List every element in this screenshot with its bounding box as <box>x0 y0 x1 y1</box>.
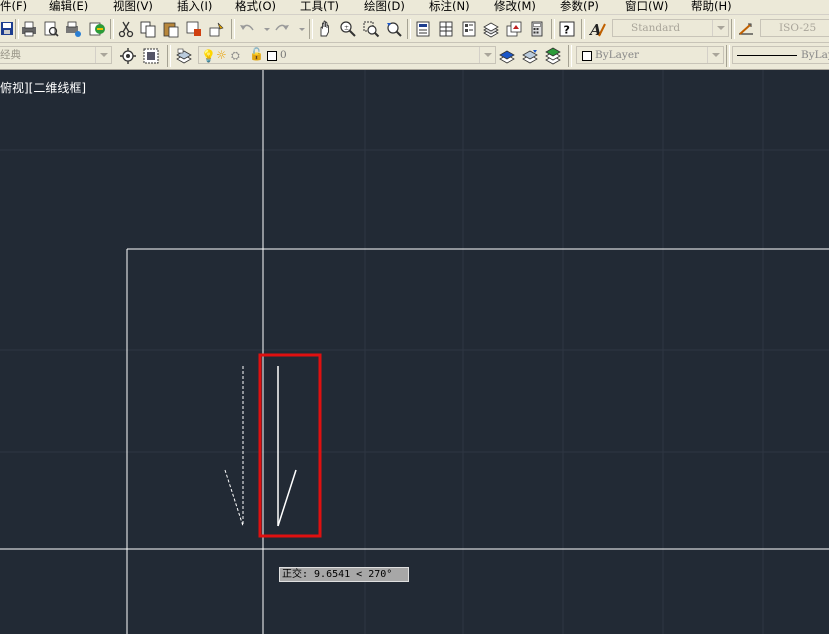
3d-dwf-icon[interactable] <box>88 20 106 38</box>
menu-window[interactable]: 窗口(W) <box>625 0 668 14</box>
color-swatch <box>582 51 592 61</box>
layer-previous-icon[interactable] <box>521 47 539 65</box>
chevron-down-icon[interactable] <box>479 47 495 63</box>
workspace-toolbar-icon[interactable] <box>142 47 160 65</box>
color-dropdown[interactable]: ByLayer <box>576 46 724 64</box>
ortho-tooltip: 正交: 9.6541 < 270° <box>279 567 409 582</box>
menu-edit[interactable]: 编辑(E) <box>49 0 88 14</box>
toolbar-separator <box>167 45 171 67</box>
toolbar-separator <box>309 19 313 39</box>
linetype-dropdown[interactable]: ByLay <box>732 46 829 64</box>
text-style-icon[interactable]: A <box>589 20 607 38</box>
layer-states-icon[interactable] <box>544 47 562 65</box>
sun-icon: ☼ <box>216 48 227 62</box>
publish-icon[interactable] <box>64 20 82 38</box>
layer-value: 0 <box>280 49 287 61</box>
dimension-style-value: ISO-25 <box>779 22 817 34</box>
markup-set-icon[interactable] <box>505 20 523 38</box>
help-icon[interactable]: ? <box>558 20 576 38</box>
text-style-value: Standard <box>631 22 681 34</box>
menu-bar: 件(F) 编辑(E) 视图(V) 插入(I) 格式(O) 工具(T) 绘图(D)… <box>0 0 829 15</box>
menu-draw[interactable]: 绘图(D) <box>364 0 405 14</box>
chevron-down-icon[interactable] <box>712 20 728 36</box>
menu-view[interactable]: 视图(V) <box>113 0 153 14</box>
calculator-icon[interactable] <box>528 20 546 38</box>
dimension-style-icon[interactable] <box>737 20 755 38</box>
layer-dropdown[interactable]: 💡 ☼ ⛭ 🔓 0 <box>198 46 496 64</box>
menu-file[interactable]: 件(F) <box>0 0 27 14</box>
toolbar-separator <box>581 19 585 39</box>
design-center-icon[interactable] <box>437 20 455 38</box>
toolbar-separator <box>568 45 572 67</box>
toolbar-separator <box>407 19 411 39</box>
zoom-window-icon[interactable] <box>362 20 380 38</box>
lock-icon: 🔓 <box>249 47 264 61</box>
workspace-value: 经典 <box>0 49 21 61</box>
workspace-settings-icon[interactable] <box>119 47 137 65</box>
layer-properties-icon[interactable] <box>175 47 193 65</box>
properties-icon[interactable] <box>414 20 432 38</box>
menu-tools[interactable]: 工具(T) <box>300 0 339 14</box>
dimension-style-dropdown[interactable]: ISO-25 <box>760 19 829 37</box>
menu-modify[interactable]: 修改(M) <box>494 0 536 14</box>
layer-color-swatch <box>267 51 277 61</box>
toolbar-separator <box>726 45 730 67</box>
standard-toolbar: ± ? A Standard ISO-25 <box>0 15 829 43</box>
lightbulb-icon: 💡 <box>201 49 216 63</box>
zoom-previous-icon[interactable] <box>385 20 403 38</box>
sheet-set-icon[interactable] <box>482 20 500 38</box>
zoom-realtime-icon[interactable]: ± <box>339 20 357 38</box>
layers-toolbar: 经典 💡 ☼ ⛭ 🔓 0 ByLayer ByLay <box>0 43 829 70</box>
chevron-down-icon[interactable] <box>95 47 111 63</box>
toolbar-separator <box>731 19 735 39</box>
color-value: ByLayer <box>595 49 640 61</box>
svg-text:±: ± <box>344 25 349 32</box>
linetype-sample <box>737 55 797 56</box>
svg-text:?: ? <box>564 24 570 37</box>
linetype-value: ByLay <box>801 49 829 61</box>
paste-icon[interactable] <box>162 20 180 38</box>
menu-help[interactable]: 帮助(H) <box>691 0 732 14</box>
chevron-down-icon[interactable] <box>707 47 723 63</box>
print-preview-icon[interactable] <box>42 20 60 38</box>
undo-icon[interactable] <box>238 20 256 38</box>
pan-hand-icon[interactable] <box>316 20 334 38</box>
workspace-dropdown[interactable]: 经典 <box>0 46 112 64</box>
redo-icon[interactable] <box>273 20 291 38</box>
make-object-layer-current-icon[interactable] <box>498 47 516 65</box>
toolbar-separator <box>231 19 235 39</box>
menu-insert[interactable]: 插入(I) <box>177 0 212 14</box>
paste-block-icon[interactable] <box>185 20 203 38</box>
toolbar-separator <box>15 19 19 39</box>
viewport-label[interactable]: 俯视][二维线框] <box>0 79 86 96</box>
match-properties-icon[interactable] <box>208 20 226 38</box>
undo-dropdown-icon[interactable] <box>258 20 270 38</box>
print-icon[interactable] <box>20 20 38 38</box>
freeze-viewport-icon: ⛭ <box>231 49 240 62</box>
cut-icon[interactable] <box>117 20 135 38</box>
drawing-area[interactable] <box>0 70 829 634</box>
menu-dimension[interactable]: 标注(N) <box>429 0 470 14</box>
menu-parameters[interactable]: 参数(P) <box>560 0 599 14</box>
copy-icon[interactable] <box>139 20 157 38</box>
toolbar-separator <box>110 19 114 39</box>
text-style-dropdown[interactable]: Standard <box>612 19 729 37</box>
menu-format[interactable]: 格式(O) <box>235 0 276 14</box>
redo-dropdown-icon[interactable] <box>293 20 305 38</box>
tool-palettes-icon[interactable] <box>460 20 478 38</box>
toolbar-separator <box>551 19 555 39</box>
